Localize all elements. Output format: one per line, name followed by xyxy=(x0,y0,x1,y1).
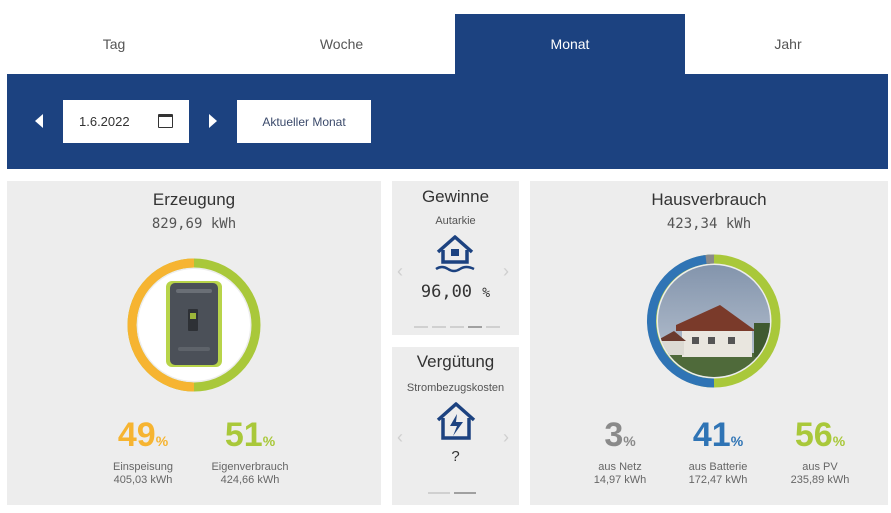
pager-dot[interactable] xyxy=(414,326,428,328)
verguetung-prev-chevron-icon[interactable]: ‹ xyxy=(397,427,403,448)
gewinne-pager xyxy=(414,326,500,328)
batterie-label: aus Batterie 172,47 kWh xyxy=(688,461,748,486)
eigenverbrauch-label: Eigenverbrauch 424,66 kWh xyxy=(211,461,289,486)
gewinne-panel: Gewinne Autarkie ‹ › 96,00 % xyxy=(392,181,519,335)
pv-percent: 56% xyxy=(794,416,846,454)
date-input[interactable]: 1.6.2022 xyxy=(63,100,189,143)
cost-house-icon xyxy=(436,402,476,440)
autarky-house-icon xyxy=(435,235,475,273)
hausverbrauch-ring-chart xyxy=(647,254,781,388)
hausverbrauch-total: 423,34 kWh xyxy=(666,216,752,232)
netz-arc xyxy=(705,254,715,264)
verguetung-value: ? xyxy=(451,448,460,465)
pv-label: aus PV 235,89 kWh xyxy=(790,461,850,486)
erzeugung-title: Erzeugung xyxy=(152,190,236,209)
gewinne-title: Gewinne xyxy=(421,187,490,206)
einspeisung-label: Einspeisung 405,03 kWh xyxy=(113,461,173,486)
pager-dot-active[interactable] xyxy=(454,492,476,494)
date-toolbar: 1.6.2022 Aktueller Monat xyxy=(7,74,888,169)
autarkie-value: 96,00 % xyxy=(420,282,491,302)
pager-dot[interactable] xyxy=(450,326,464,328)
tab-tag[interactable]: Tag xyxy=(0,14,228,74)
pager-dot[interactable] xyxy=(428,492,450,494)
eigenverbrauch-percent: 51% xyxy=(224,416,276,454)
batterie-percent: 41% xyxy=(692,416,744,454)
period-tabs: Tag Woche Monat Jahr xyxy=(0,0,891,74)
verguetung-panel: Vergütung Strombezugskosten ‹ › ? xyxy=(392,347,519,505)
erzeugung-panel: Erzeugung 829,69 kWh 49% Einspeisung 405… xyxy=(7,181,381,505)
gewinne-next-chevron-icon[interactable]: › xyxy=(503,261,509,282)
einspeisung-percent: 49% xyxy=(117,416,169,454)
erzeugung-total: 829,69 kWh xyxy=(151,216,237,232)
hausverbrauch-panel: Hausverbrauch 423,34 kWh 3% aus Netz 14,… xyxy=(530,181,888,505)
current-month-button[interactable]: Aktueller Monat xyxy=(237,100,371,143)
pager-dot[interactable] xyxy=(432,326,446,328)
netz-percent: 3% xyxy=(604,416,636,454)
pager-dot[interactable] xyxy=(486,326,500,328)
gewinne-prev-chevron-icon[interactable]: ‹ xyxy=(397,261,403,282)
verguetung-pager xyxy=(428,492,476,494)
tab-woche[interactable]: Woche xyxy=(228,14,455,74)
date-value: 1.6.2022 xyxy=(79,114,130,129)
erzeugung-ring-chart xyxy=(127,258,261,392)
dashboard: Tag Woche Monat Jahr 1.6.2022 Aktueller … xyxy=(0,0,891,513)
house-photo xyxy=(658,265,770,377)
previous-month-arrow-icon[interactable] xyxy=(35,114,43,128)
verguetung-next-chevron-icon[interactable]: › xyxy=(503,427,509,448)
next-month-arrow-icon[interactable] xyxy=(209,114,217,128)
hausverbrauch-title: Hausverbrauch xyxy=(651,190,767,209)
verguetung-title: Vergütung xyxy=(416,352,495,371)
gewinne-subtitle: Autarkie xyxy=(435,215,476,227)
calendar-icon[interactable] xyxy=(158,114,173,128)
tab-jahr[interactable]: Jahr xyxy=(685,14,891,74)
tab-monat[interactable]: Monat xyxy=(455,14,685,74)
verguetung-subtitle: Strombezugskosten xyxy=(406,382,505,394)
pager-dot-active[interactable] xyxy=(468,326,482,328)
netz-label: aus Netz 14,97 kWh xyxy=(593,461,647,486)
inverter-icon xyxy=(166,281,222,367)
